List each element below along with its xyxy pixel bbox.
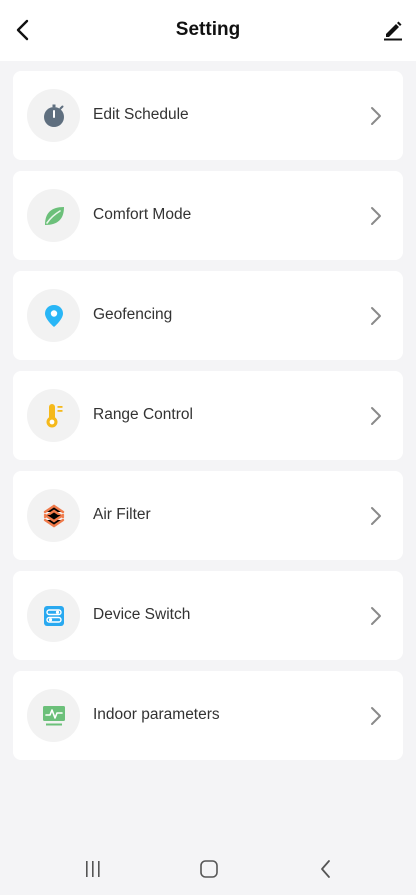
setting-item-range-control[interactable]: Range Control [13, 371, 403, 460]
thermometer-icon [27, 389, 80, 442]
recent-apps-icon [86, 861, 100, 877]
setting-item-comfort-mode[interactable]: Comfort Mode [13, 171, 403, 260]
chevron-right-icon [369, 705, 383, 727]
chevron-right-icon [369, 405, 383, 427]
timer-icon [27, 89, 80, 142]
chevron-right-icon [369, 505, 383, 527]
setting-item-geofencing[interactable]: Geofencing [13, 271, 403, 360]
chevron-right-icon [369, 205, 383, 227]
location-pin-icon [27, 289, 80, 342]
leaf-icon [27, 189, 80, 242]
setting-item-label: Device Switch [93, 606, 191, 623]
filter-grid-icon [27, 489, 80, 542]
nav-back-button[interactable] [306, 856, 346, 882]
setting-item-device-switch[interactable]: Device Switch [13, 571, 403, 660]
setting-item-label: Geofencing [93, 306, 173, 323]
setting-screen: Setting Edit Schedule Comfort Mode Geofe… [0, 0, 416, 895]
monitor-chart-icon [27, 689, 80, 742]
edit-button[interactable] [380, 17, 406, 43]
settings-list: Edit Schedule Comfort Mode Geofencing Ra… [13, 71, 403, 771]
page-title: Setting [175, 19, 241, 40]
chevron-right-icon [369, 605, 383, 627]
recent-apps-button[interactable] [73, 856, 113, 882]
header-bar: Setting [0, 0, 416, 61]
setting-item-indoor-parameters[interactable]: Indoor parameters [13, 671, 403, 760]
setting-item-label: Comfort Mode [93, 206, 192, 223]
setting-item-label: Air Filter [93, 506, 151, 523]
setting-item-air-filter[interactable]: Air Filter [13, 471, 403, 560]
home-button[interactable] [189, 856, 229, 882]
system-nav-bar [0, 843, 416, 895]
toggle-switch-icon [27, 589, 80, 642]
setting-item-label: Edit Schedule [93, 106, 189, 123]
back-icon [321, 860, 330, 878]
chevron-right-icon [369, 305, 383, 327]
pencil-icon [384, 21, 402, 41]
setting-item-label: Range Control [93, 406, 193, 423]
home-icon [200, 860, 218, 878]
chevron-right-icon [369, 105, 383, 127]
setting-item-label: Indoor parameters [93, 706, 220, 723]
setting-item-edit-schedule[interactable]: Edit Schedule [13, 71, 403, 160]
